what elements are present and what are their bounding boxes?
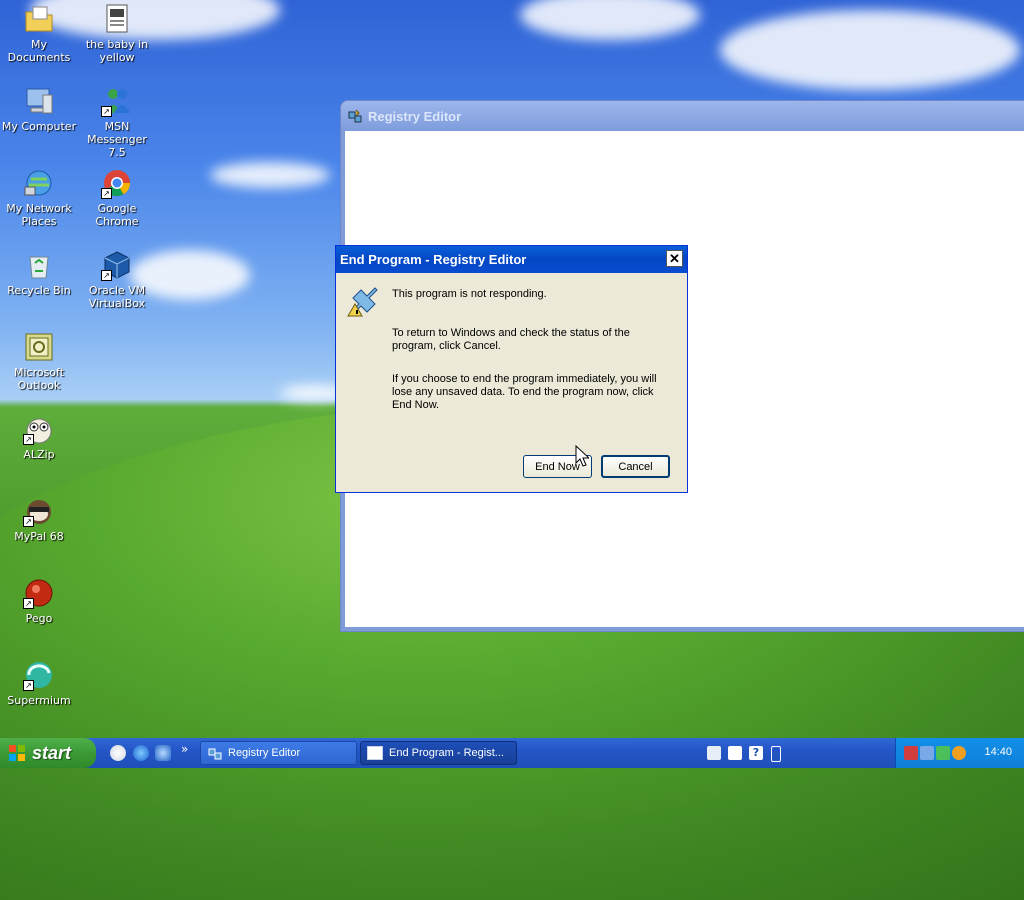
language-bar-icon[interactable] (707, 746, 721, 760)
shortcut-arrow-icon: ↗ (23, 516, 34, 527)
desktop-icon-my-network-places[interactable]: My Network Places (0, 167, 78, 228)
desktop-icon-label: My Documents (7, 38, 71, 64)
dialog-titlebar[interactable]: End Program - Registry Editor ✕ (336, 246, 687, 273)
mouse-cursor-icon (575, 444, 591, 467)
desktop-icon-label: Supermium (7, 694, 71, 707)
window-icon (367, 746, 383, 760)
alzip-icon: ↗ (23, 413, 55, 445)
desktop-icon-mypal-68[interactable]: ↗ MyPal 68 (0, 495, 78, 543)
msn-messenger-icon: ↗ (101, 85, 133, 117)
close-button[interactable]: ✕ (666, 250, 683, 267)
taskbar: start » Registry Editor End Program - Re… (0, 738, 1024, 768)
desktop-icon-recycle-bin[interactable]: Recycle Bin (0, 249, 78, 297)
computer-icon (23, 85, 55, 117)
desktop-icon-google-chrome[interactable]: ↗ Google Chrome (78, 167, 156, 228)
desktop-icon-label: My Computer (1, 120, 77, 133)
dialog-message-not-responding: This program is not responding. (392, 288, 547, 300)
language-options-icon[interactable] (771, 746, 781, 762)
desktop-icon-label: Oracle VM VirtualBox (88, 284, 146, 310)
mypal-icon: ↗ (23, 495, 55, 527)
safely-remove-hardware-icon[interactable] (936, 746, 950, 760)
desktop-icon-my-computer[interactable]: My Computer (0, 85, 78, 133)
desktop-icon-my-documents[interactable]: My Documents (0, 3, 78, 64)
desktop-icon-alzip[interactable]: ↗ ALZip (0, 413, 78, 461)
desktop-icon-label: Recycle Bin (7, 284, 71, 297)
network-icon[interactable] (920, 746, 934, 760)
cancel-button[interactable]: Cancel (601, 455, 670, 478)
start-button[interactable]: start (0, 738, 96, 768)
registry-editor-icon (347, 108, 363, 124)
outlook-icon (23, 331, 55, 363)
desktop-icon-microsoft-outlook[interactable]: Microsoft Outlook (0, 331, 78, 392)
taskbar-item-end-program[interactable]: End Program - Regist... (360, 741, 517, 765)
folder-icon (23, 3, 55, 35)
search-icon[interactable] (952, 746, 966, 760)
taskbar-item-label: Registry Editor (228, 747, 301, 759)
shortcut-arrow-icon: ↗ (101, 106, 112, 117)
recycle-bin-icon (23, 249, 55, 281)
desktop-icon-msn-messenger[interactable]: ↗ MSN Messenger 7.5 (78, 85, 156, 159)
shortcut-arrow-icon: ↗ (23, 680, 34, 691)
desktop-icon-baby-in-yellow[interactable]: the baby in yellow (78, 3, 156, 64)
desktop-icon-label: Pego (25, 612, 53, 625)
registry-editor-titlebar[interactable]: Registry Editor (341, 101, 1024, 131)
desktop-icon-label: the baby in yellow (85, 38, 149, 64)
pego-icon: ↗ (23, 577, 55, 609)
system-tray: 14:40 (895, 738, 1024, 768)
show-desktop-icon[interactable] (110, 745, 126, 761)
dialog-title: End Program - Registry Editor (340, 252, 527, 267)
desktop-icon-label: MyPal 68 (14, 530, 64, 543)
virtualbox-icon: ↗ (101, 249, 133, 281)
dialog-message-cancel-info: To return to Windows and check the statu… (392, 327, 630, 352)
shortcut-arrow-icon: ↗ (101, 188, 112, 199)
quick-launch-chevron[interactable]: » (181, 742, 188, 756)
taskbar-item-registry-editor[interactable]: Registry Editor (200, 741, 357, 765)
shortcut-arrow-icon: ↗ (23, 598, 34, 609)
keyboard-icon[interactable] (728, 746, 742, 760)
registry-editor-title: Registry Editor (368, 108, 462, 124)
shortcut-arrow-icon: ↗ (23, 434, 34, 445)
shortcut-arrow-icon: ↗ (101, 270, 112, 281)
help-icon[interactable]: ? (749, 746, 763, 760)
supermium-icon: ↗ (23, 659, 55, 691)
not-responding-icon (347, 284, 381, 318)
desktop-icon-pego[interactable]: ↗ Pego (0, 577, 78, 625)
security-alert-icon[interactable] (904, 746, 918, 760)
network-places-icon (23, 167, 55, 199)
end-program-dialog[interactable]: End Program - Registry Editor ✕ This pro… (335, 245, 688, 493)
desktop-icon-supermium[interactable]: ↗ Supermium (0, 659, 78, 707)
registry-editor-icon (207, 745, 223, 761)
desktop-icon-label: MSN Messenger 7.5 (87, 120, 147, 159)
document-icon (101, 3, 133, 35)
desktop-icon-label: Microsoft Outlook (13, 366, 65, 392)
desktop-icon-label: ALZip (23, 448, 55, 461)
desktop-icon-label: My Network Places (6, 202, 72, 228)
chrome-icon: ↗ (101, 167, 133, 199)
dialog-message-end-now-info: If you choose to end the program immedia… (392, 373, 657, 411)
desktop-icon-oracle-vm-virtualbox[interactable]: ↗ Oracle VM VirtualBox (78, 249, 156, 310)
start-label: start (32, 742, 72, 763)
internet-explorer-icon[interactable] (133, 745, 149, 761)
clock[interactable]: 14:40 (984, 746, 1012, 758)
desktop-icon-label: Google Chrome (95, 202, 139, 228)
windows-media-player-icon[interactable] (155, 745, 171, 761)
windows-logo-icon (8, 744, 26, 762)
taskbar-item-label: End Program - Regist... (389, 747, 504, 759)
